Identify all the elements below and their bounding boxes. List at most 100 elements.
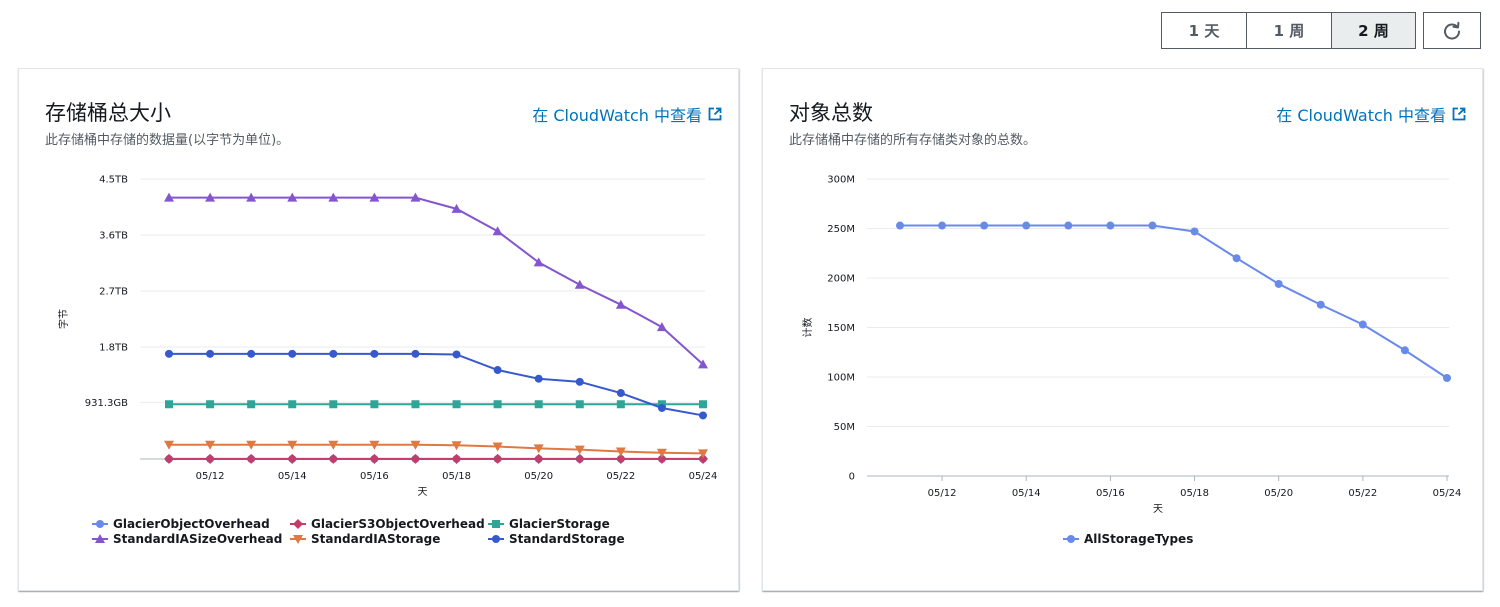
data-point [247,400,256,409]
data-point [492,226,503,236]
bucket-size-chart: 931.3GB 1.8TB 2.7TB 3.6TB 4.5TB 05/12 05/14 05/… [57,175,718,547]
data-point [493,400,502,409]
y-tick-label: 1.8TB [99,343,128,354]
legend-marker [1067,535,1075,543]
data-point [1022,221,1031,230]
legend-marker [293,519,303,529]
data-point [1316,300,1325,309]
x-axis-title: 天 [418,487,428,498]
data-point [656,322,667,332]
x-tick-label: 05/20 [524,471,553,482]
data-point [574,453,585,464]
legend-marker [492,535,500,543]
y-tick-label: 200M [827,274,855,285]
data-point [575,377,584,386]
refresh-button[interactable] [1423,12,1481,49]
series-line-AllStorageTypes [900,224,1448,379]
data-point [1443,373,1451,382]
data-point [246,453,257,464]
data-point [699,411,707,420]
y-tick-label: 100M [827,373,855,384]
data-point [287,453,298,464]
y-tick-label: 150M [827,323,855,334]
data-point [329,349,338,358]
data-point [938,221,947,230]
data-point [1190,227,1199,236]
data-point [452,400,461,409]
time-range-selector: 1 天 1 周 2 周 [1161,12,1416,49]
x-tick-label: 05/20 [1264,488,1293,499]
x-tick-label: 05/24 [1433,488,1462,499]
data-point [329,400,338,409]
x-tick-label: 05/22 [1348,488,1377,499]
legend-label: StandardIAStorage [311,532,440,546]
x-tick-label: 05/22 [606,471,635,482]
data-point [534,400,543,409]
legend-marker [96,520,104,528]
data-point [980,221,989,230]
data-point [1106,221,1115,230]
object-count-panel: 对象总数 此存储桶中存储的所有存储类对象的总数。 在 CloudWatch 中查… [762,68,1483,591]
y-tick-label: 2.7TB [99,287,128,298]
data-point [575,400,584,409]
data-point [411,400,420,409]
x-tick-label: 05/14 [1012,488,1041,499]
object-count-chart: 0 50M 100M 150M 200M 250M 300M 05/12 05/14 05/16 0… [801,175,1462,547]
x-tick-label: 05/14 [278,471,307,482]
x-tick-label: 05/16 [360,471,389,482]
data-point [616,389,625,398]
y-tick-label: 3.6TB [99,231,128,242]
y-tick-label: 250M [827,224,855,235]
y-tick-label: 931.3GB [85,398,128,409]
range-1-week-button[interactable]: 1 周 [1246,12,1331,49]
x-tick-label: 05/16 [1096,488,1125,499]
data-point [1274,279,1283,288]
legend-label: StandardStorage [509,532,625,546]
y-tick-label: 0 [849,472,855,483]
x-axis-title: 天 [1153,504,1163,515]
data-point [206,400,215,409]
y-axis-title: 计数 [801,318,814,338]
data-point [370,400,379,409]
bucket-size-panel: 存储桶总大小 此存储桶中存储的数据量(以字节为单位)。 在 CloudWatch… [18,68,739,591]
data-point [533,453,544,464]
data-point [205,453,216,464]
data-point [1358,320,1367,329]
y-tick-label: 300M [827,175,855,186]
x-tick-label: 05/18 [1180,488,1209,499]
x-tick-label: 05/18 [442,471,471,482]
data-point [165,400,173,409]
y-tick-label: 50M [834,422,855,433]
data-point [657,403,666,412]
data-point [247,349,256,358]
data-point [1064,221,1073,230]
series-line-StandardIASizeOverhead [169,196,704,366]
data-point [288,400,297,409]
legend-label: StandardIASizeOverhead [113,532,282,546]
data-point [164,453,174,464]
data-point [411,349,420,358]
legend-label: GlacierObjectOverhead [113,517,270,531]
data-point [206,349,215,358]
data-point [534,374,543,383]
data-point [1148,221,1157,230]
x-tick-label: 05/24 [689,471,718,482]
data-point [370,349,379,358]
data-point [615,299,626,309]
legend-label: GlacierS3ObjectOverhead [311,517,485,531]
data-point [328,453,339,464]
data-point [165,349,173,358]
data-point [1400,346,1409,355]
x-tick-label: 05/12 [928,488,957,499]
data-point [493,366,502,375]
data-point [699,400,707,409]
legend-marker [492,520,500,528]
data-point [369,453,380,464]
x-tick-label: 05/12 [196,471,225,482]
range-1-day-button[interactable]: 1 天 [1161,12,1246,49]
data-point [288,349,297,358]
legend-label: AllStorageTypes [1084,532,1193,546]
range-2-weeks-button[interactable]: 2 周 [1331,12,1416,49]
data-point [1232,254,1241,263]
refresh-icon [1444,21,1461,40]
